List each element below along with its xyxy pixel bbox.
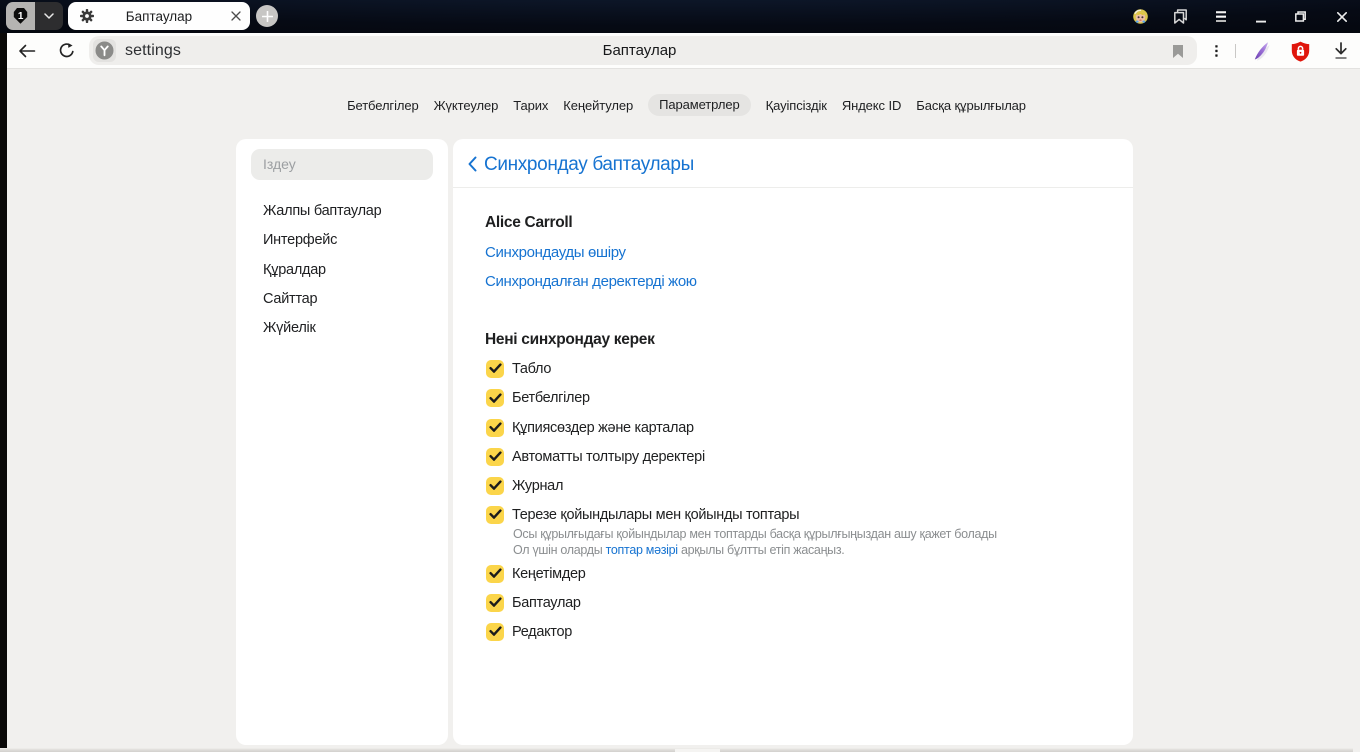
svg-text:1: 1 xyxy=(18,11,24,22)
